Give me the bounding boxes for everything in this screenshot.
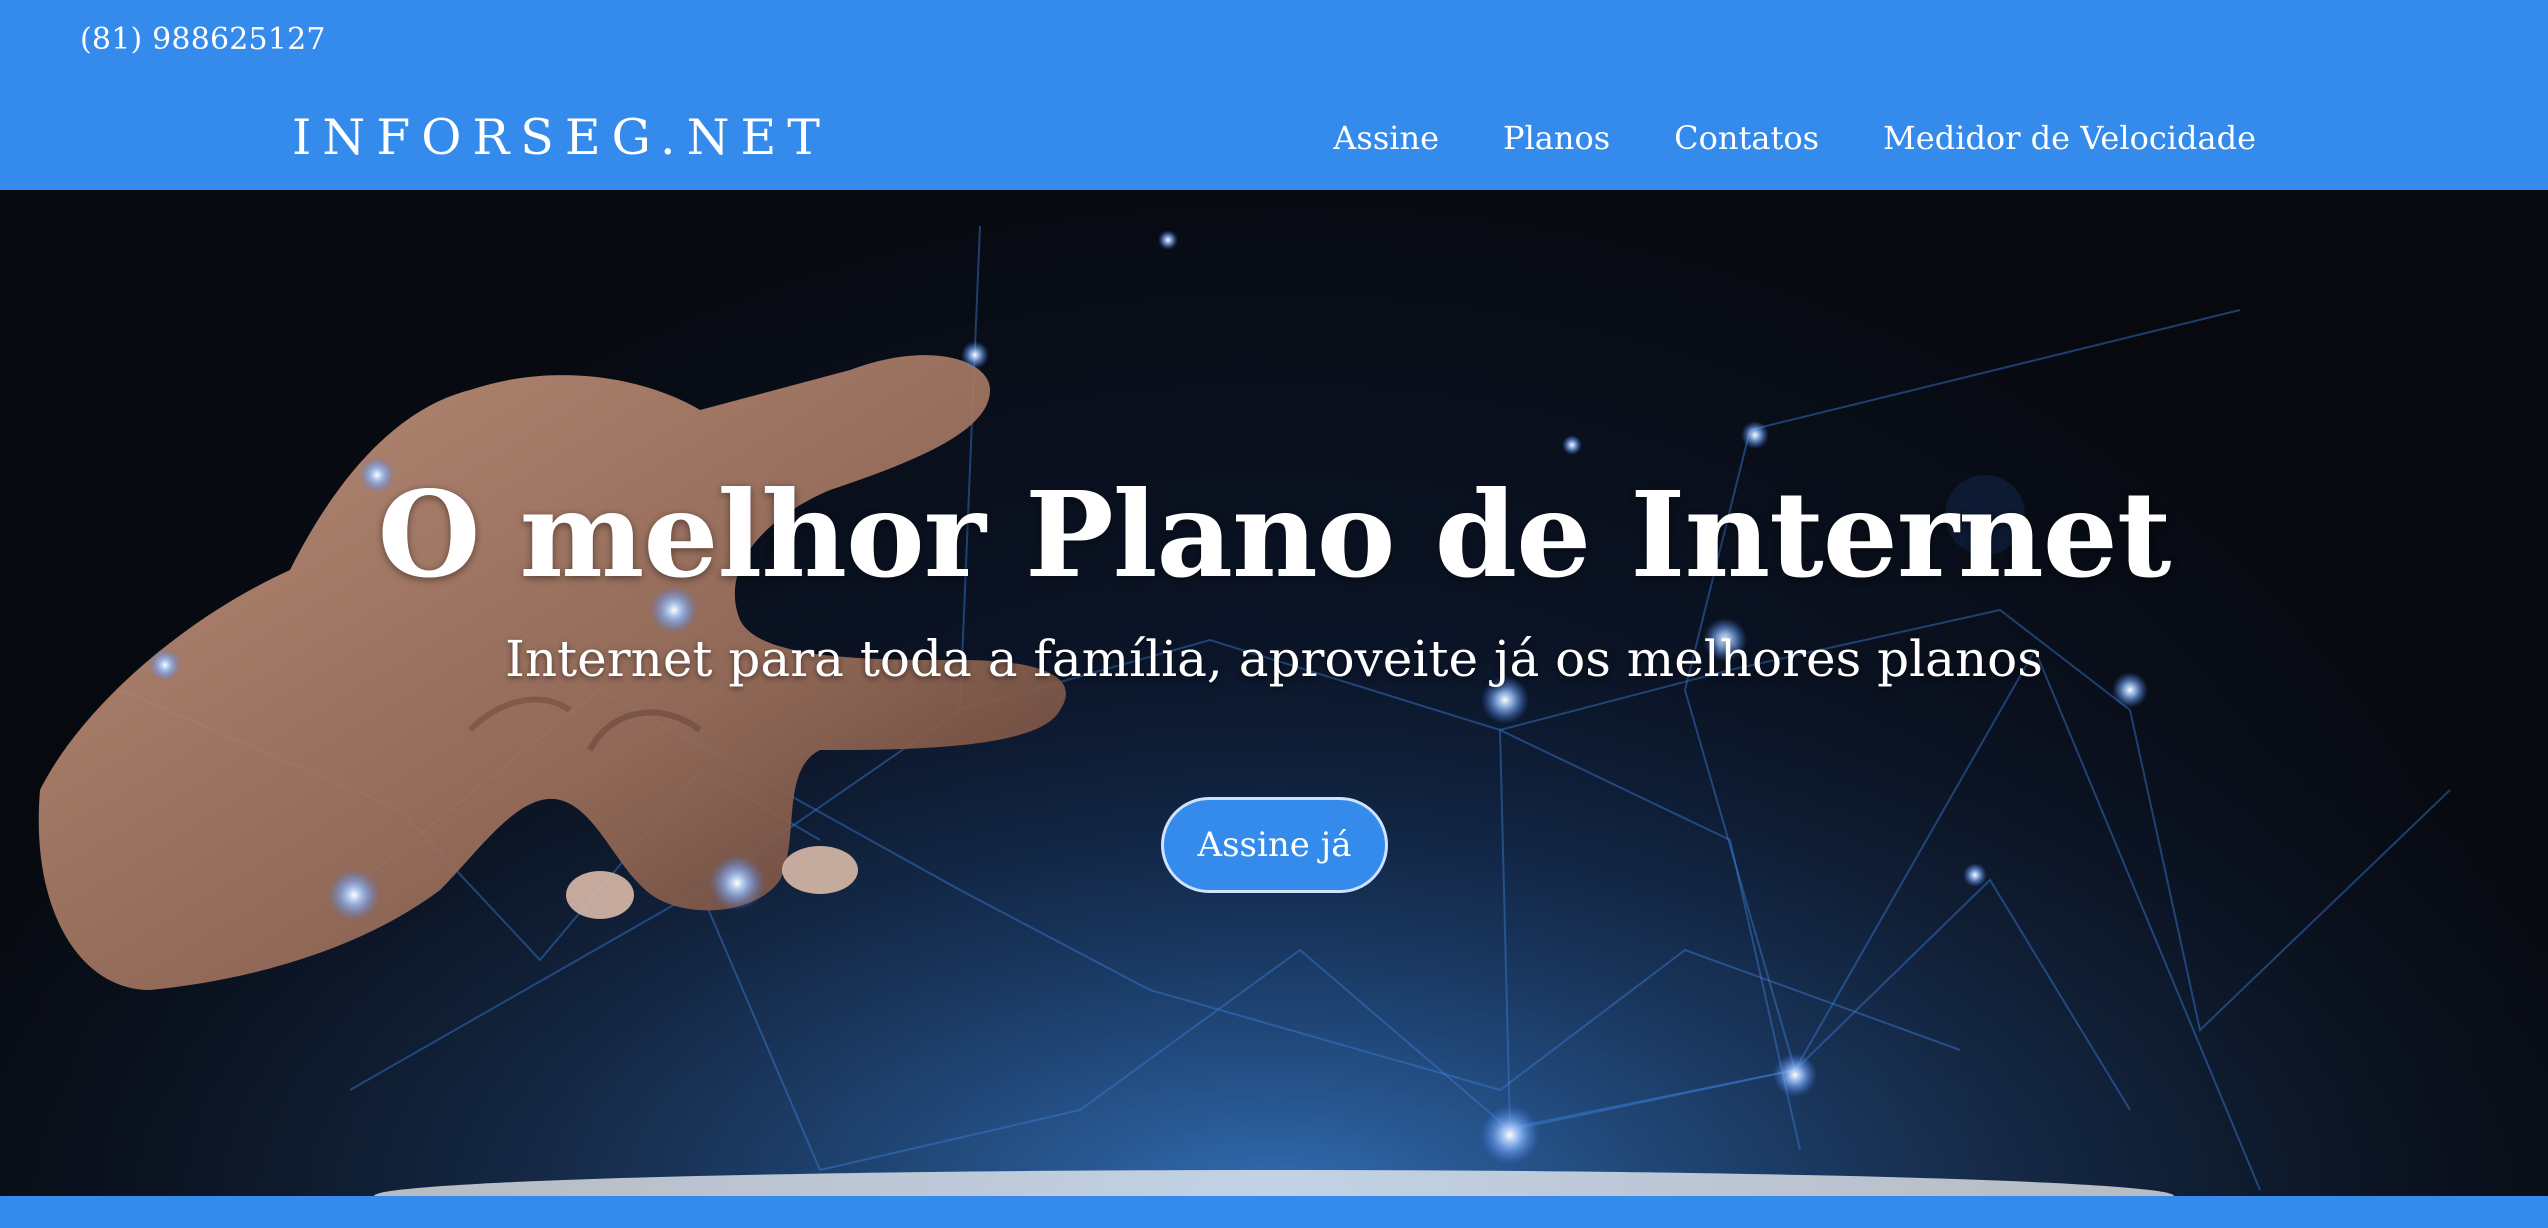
- main-nav: Assine Planos Contatos Medidor de Veloci…: [1333, 116, 2256, 160]
- brand-logo[interactable]: INFORSEG.NET: [292, 108, 831, 168]
- phone-number: (81) 988625127: [80, 22, 326, 57]
- hero-section: O melhor Plano de Internet Internet para…: [0, 190, 2548, 1196]
- nav-item-contatos[interactable]: Contatos: [1674, 116, 1819, 160]
- site-header: (81) 988625127 INFORSEG.NET Assine Plano…: [0, 0, 2548, 190]
- hero-title: O melhor Plano de Internet: [377, 465, 2172, 604]
- nav-item-medidor-velocidade[interactable]: Medidor de Velocidade: [1883, 116, 2256, 160]
- nav-item-planos[interactable]: Planos: [1503, 116, 1610, 160]
- hero-subtitle: Internet para toda a família, aproveite …: [505, 630, 2043, 688]
- hero-background-image: [0, 190, 2548, 1196]
- nav-item-assine[interactable]: Assine: [1333, 116, 1439, 160]
- subscribe-now-button[interactable]: Assine já: [1161, 797, 1388, 893]
- bottom-bar: [0, 1196, 2548, 1228]
